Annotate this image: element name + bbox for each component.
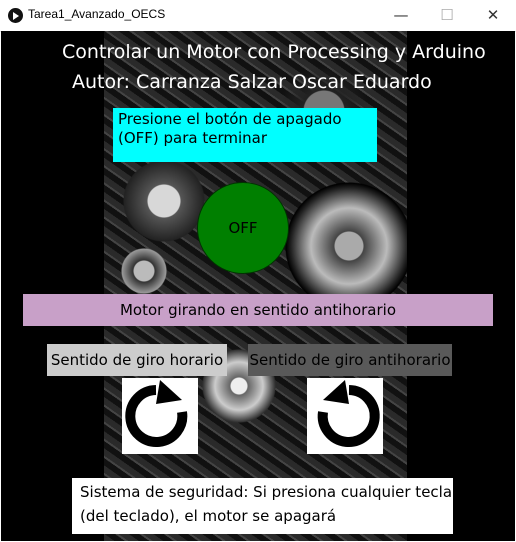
counterclockwise-button[interactable]: Sentido de giro antihorario [248, 344, 452, 376]
clockwise-arrow-icon [122, 378, 198, 454]
counterclockwise-arrow-icon [307, 378, 383, 454]
window-title: Tarea1_Avanzado_OECS [28, 7, 166, 21]
sketch-canvas: Controlar un Motor con Processing y Ardu… [1, 31, 515, 541]
off-button[interactable]: OFF [197, 182, 289, 274]
title-bar: Tarea1_Avanzado_OECS — ☐ ✕ [0, 0, 516, 32]
safety-notice: Sistema de seguridad: Si presiona cualqu… [72, 478, 453, 534]
close-button[interactable]: ✕ [470, 0, 516, 31]
author-line: Autor: Carranza Salzar Oscar Eduardo [72, 71, 432, 93]
minimize-button[interactable]: — [378, 0, 424, 31]
processing-app-icon [8, 8, 23, 23]
app-window: Tarea1_Avanzado_OECS — ☐ ✕ Controlar un … [0, 0, 516, 542]
maximize-button[interactable]: ☐ [424, 0, 470, 31]
instruction-box: Presione el botón de apagado (OFF) para … [113, 108, 377, 162]
clockwise-button[interactable]: Sentido de giro horario [47, 344, 227, 376]
motor-status: Motor girando en sentido antihorario [23, 294, 493, 326]
sketch-title: Controlar un Motor con Processing y Ardu… [62, 41, 486, 63]
